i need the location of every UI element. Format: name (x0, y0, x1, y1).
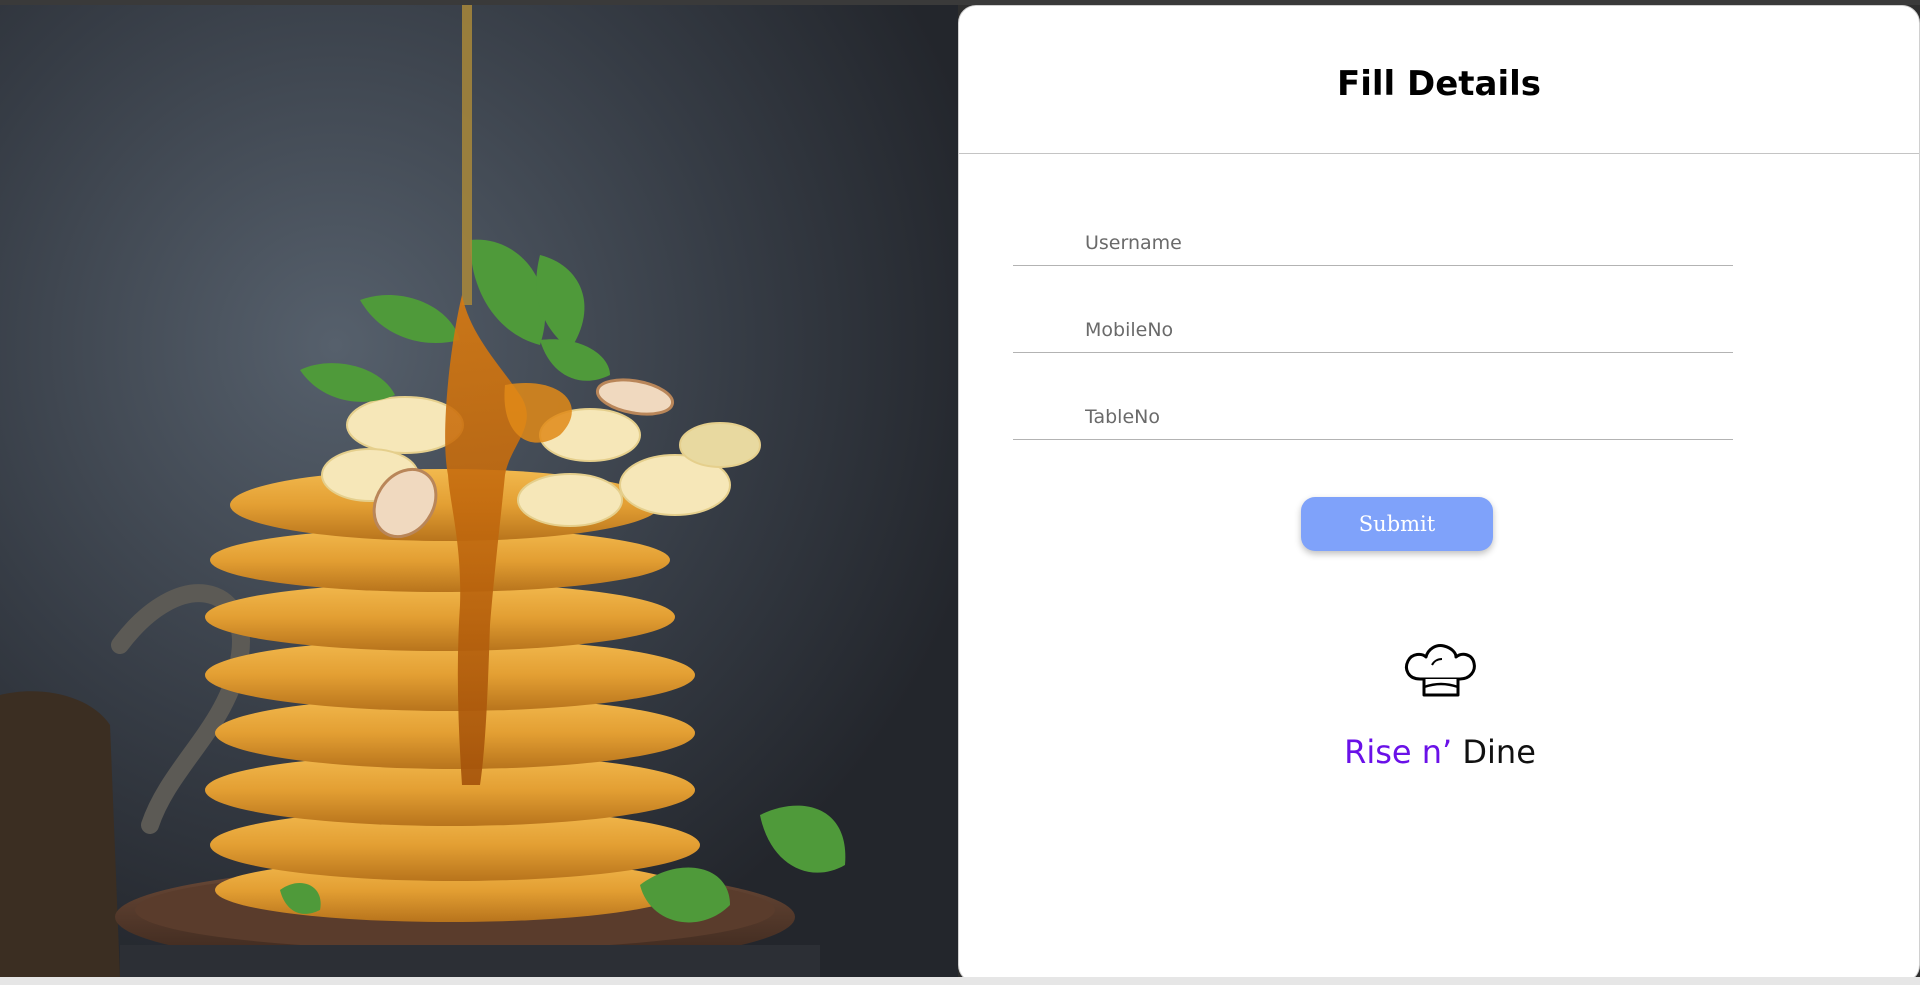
details-form-panel: Fill Details Submit Rise n’ Dine (958, 5, 1920, 983)
brand-name-accent: Rise n’ (1344, 733, 1453, 771)
table-number-input[interactable] (1013, 390, 1733, 439)
form-header: Fill Details (959, 6, 1919, 154)
table-field-row (1013, 390, 1733, 440)
mobile-number-input[interactable] (1013, 303, 1733, 352)
window-bottom-strip (0, 977, 1920, 985)
brand-name-rest: Dine (1462, 733, 1536, 771)
mobile-field-row (1013, 303, 1733, 353)
brand-logo: Rise n’ Dine (959, 641, 1919, 771)
chef-hat-icon (1405, 644, 1476, 697)
pancake-stack-photo (0, 5, 958, 977)
brand-name: Rise n’ Dine (1344, 733, 1536, 771)
username-field-row (1013, 216, 1733, 266)
username-input[interactable] (1013, 216, 1733, 265)
details-form: Submit (1013, 216, 1733, 551)
submit-button[interactable]: Submit (1301, 497, 1493, 551)
form-title: Fill Details (1336, 63, 1542, 104)
